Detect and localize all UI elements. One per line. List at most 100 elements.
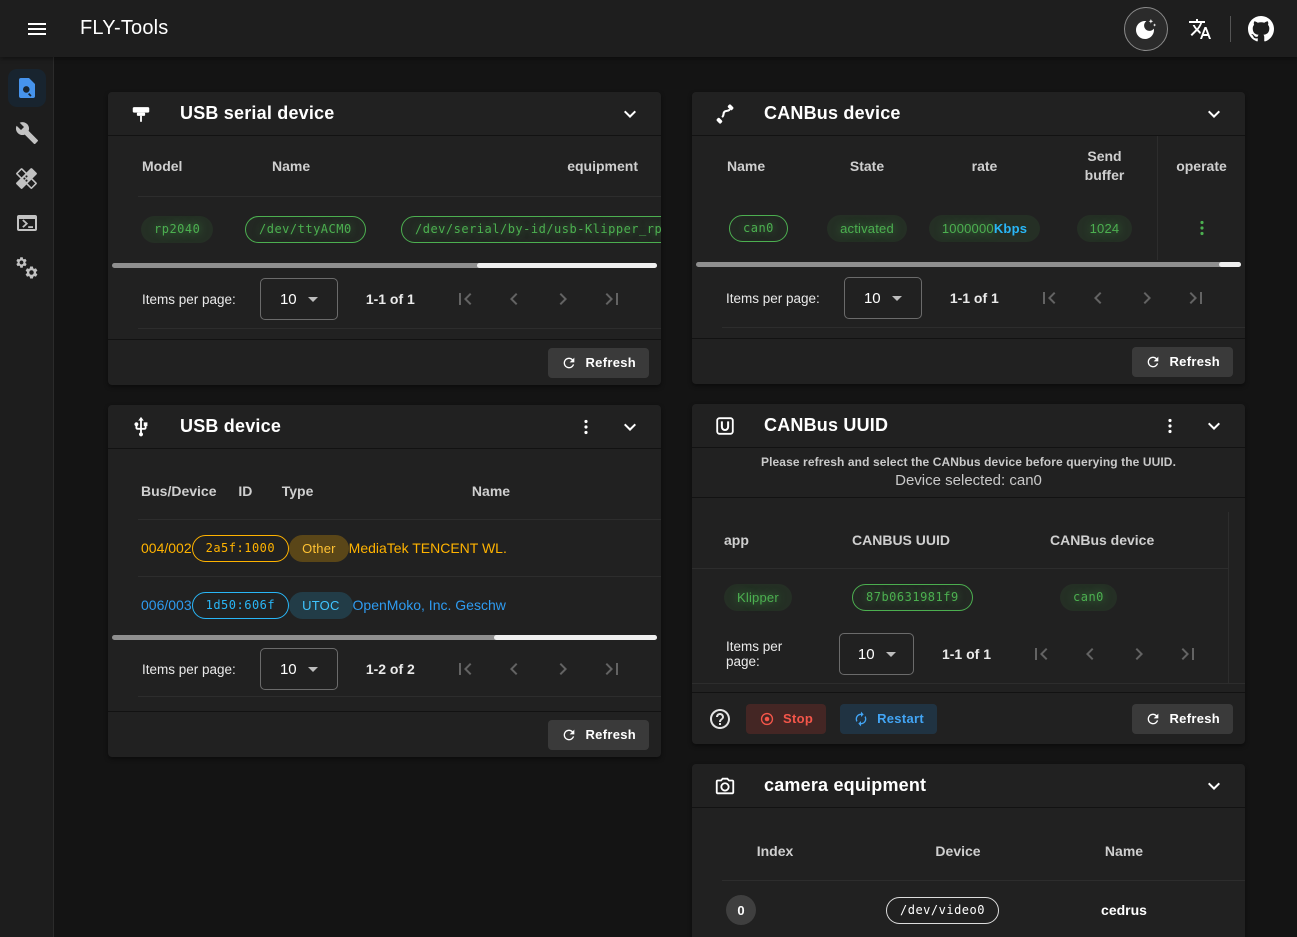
terminal-icon [15,211,39,235]
collapse-chevron-icon[interactable] [615,412,645,442]
last-page-icon[interactable] [1184,286,1208,310]
canbus-uuid-notice: Please refresh and select the CANbus dev… [692,448,1245,498]
index-badge: 0 [726,895,756,925]
first-page-icon[interactable] [1037,286,1061,310]
camera-table-header: Index Device Name [692,822,1245,880]
help-icon[interactable] [708,707,732,731]
app-bar: FLY-Tools [0,0,1297,57]
usb-icon [130,416,152,438]
card-usb-serial-device: USB serial device Model Name equipment r… [108,92,661,385]
camera-row: 0 /dev/video0 cedrus [692,881,1245,937]
bus-device-value: 006/003 [141,597,192,613]
kebab-menu-icon[interactable] [571,412,601,442]
sidebar [0,57,54,937]
canbus-device-card-header: CANBus device [692,92,1245,136]
sidebar-item-settings[interactable] [8,249,46,287]
type-chip: Other [289,535,349,562]
col-app: app [724,532,852,548]
send-buffer-badge: 1024 [1077,215,1133,242]
camera-icon [714,775,736,797]
device-name-value: OpenMoko, Inc. Geschw [353,597,661,613]
refresh-button[interactable]: Refresh [1132,704,1233,734]
card-title: USB serial device [180,103,334,124]
refresh-button[interactable]: Refresh [548,348,649,378]
cable-icon [714,103,736,125]
sidebar-item-device-search[interactable] [8,69,46,107]
prev-page-icon[interactable] [502,287,526,311]
translate-button[interactable] [1178,7,1222,51]
canbus-device-row: can0 activated 1000000Kbps 1024 [692,196,1245,260]
usb-device-pagination: Items per page: 10 1-2 of 2 [108,642,661,696]
file-search-icon [15,76,39,100]
first-page-icon[interactable] [453,287,477,311]
next-page-icon[interactable] [1135,286,1159,310]
collapse-chevron-icon[interactable] [1199,771,1229,801]
items-per-page-select[interactable]: 10 [260,278,338,320]
next-page-icon[interactable] [1127,642,1151,666]
refresh-icon [1145,354,1161,370]
horizontal-scrollbar[interactable] [696,262,1241,267]
page-range: 1-1 of 1 [366,291,415,307]
can-name-chip: can0 [729,215,788,242]
rate-unit: Kbps [994,221,1027,236]
collapse-chevron-icon[interactable] [1199,99,1229,129]
sidebar-item-patch[interactable] [8,159,46,197]
col-rate: rate [917,136,1052,196]
next-page-icon[interactable] [551,657,575,681]
col-canbus-uuid: CANBUS UUID [852,532,1042,548]
last-page-icon[interactable] [600,287,624,311]
col-name: Name [1058,843,1245,859]
items-per-page-label: Items per page: [142,662,236,677]
col-model: Model [141,158,245,174]
sidebar-item-tools[interactable] [8,114,46,152]
page-range: 1-1 of 1 [950,290,999,306]
select-caret-icon [892,296,902,301]
col-bus-device: Bus/Device [141,483,216,499]
next-page-icon[interactable] [551,287,575,311]
rate-badge: 1000000Kbps [929,215,1040,242]
items-per-page-select[interactable]: 10 [844,277,922,319]
restart-button[interactable]: Restart [840,704,937,734]
kebab-menu-icon[interactable] [1155,411,1185,441]
prev-page-icon[interactable] [1078,642,1102,666]
main-content: USB serial device Model Name equipment r… [54,57,1297,937]
translate-icon [1189,19,1211,39]
items-per-page-select[interactable]: 10 [260,648,338,690]
left-column: USB serial device Model Name equipment r… [108,92,661,937]
usb-device-card-footer: Refresh [108,711,661,757]
stop-button[interactable]: Stop [746,704,826,734]
last-page-icon[interactable] [1176,642,1200,666]
card-camera-equipment: camera equipment Index Device Name 0 /de… [692,764,1245,937]
refresh-button[interactable]: Refresh [548,720,649,750]
items-per-page-select[interactable]: 10 [839,633,914,675]
last-page-icon[interactable] [600,657,624,681]
notice-text: Please refresh and select the CANbus dev… [702,455,1235,469]
canbus-device-pagination: Items per page: 10 1-1 of 1 [692,269,1245,327]
col-send-buffer: Send buffer [1077,147,1133,185]
prev-page-icon[interactable] [1086,286,1110,310]
horizontal-scrollbar[interactable] [112,263,657,268]
usb-serial-row: rp2040 /dev/ttyACM0 /dev/serial/by-id/us… [108,197,661,261]
menu-icon[interactable] [14,6,60,52]
collapse-chevron-icon[interactable] [615,99,645,129]
device-name-value: MediaTek TENCENT WL. [349,540,661,556]
collapse-chevron-icon[interactable] [1199,411,1229,441]
first-page-icon[interactable] [453,657,477,681]
usb-serial-table-header: Model Name equipment [108,136,661,196]
col-operate: operate [1157,136,1245,196]
can-device-badge: can0 [1060,584,1117,611]
card-title: CANBus device [764,103,901,124]
row-kebab-icon[interactable] [1192,218,1212,238]
uuid-chip: 87b0631981f9 [852,584,973,611]
refresh-button[interactable]: Refresh [1132,347,1233,377]
horizontal-scrollbar[interactable] [112,635,657,640]
card-title: USB device [180,416,281,437]
device-chip: /dev/video0 [886,897,999,924]
prev-page-icon[interactable] [502,657,526,681]
theme-toggle-button[interactable] [1124,7,1168,51]
sidebar-item-terminal[interactable] [8,204,46,242]
first-page-icon[interactable] [1029,642,1053,666]
select-caret-icon [308,667,318,672]
github-button[interactable] [1239,7,1283,51]
col-name: Name [245,158,401,174]
